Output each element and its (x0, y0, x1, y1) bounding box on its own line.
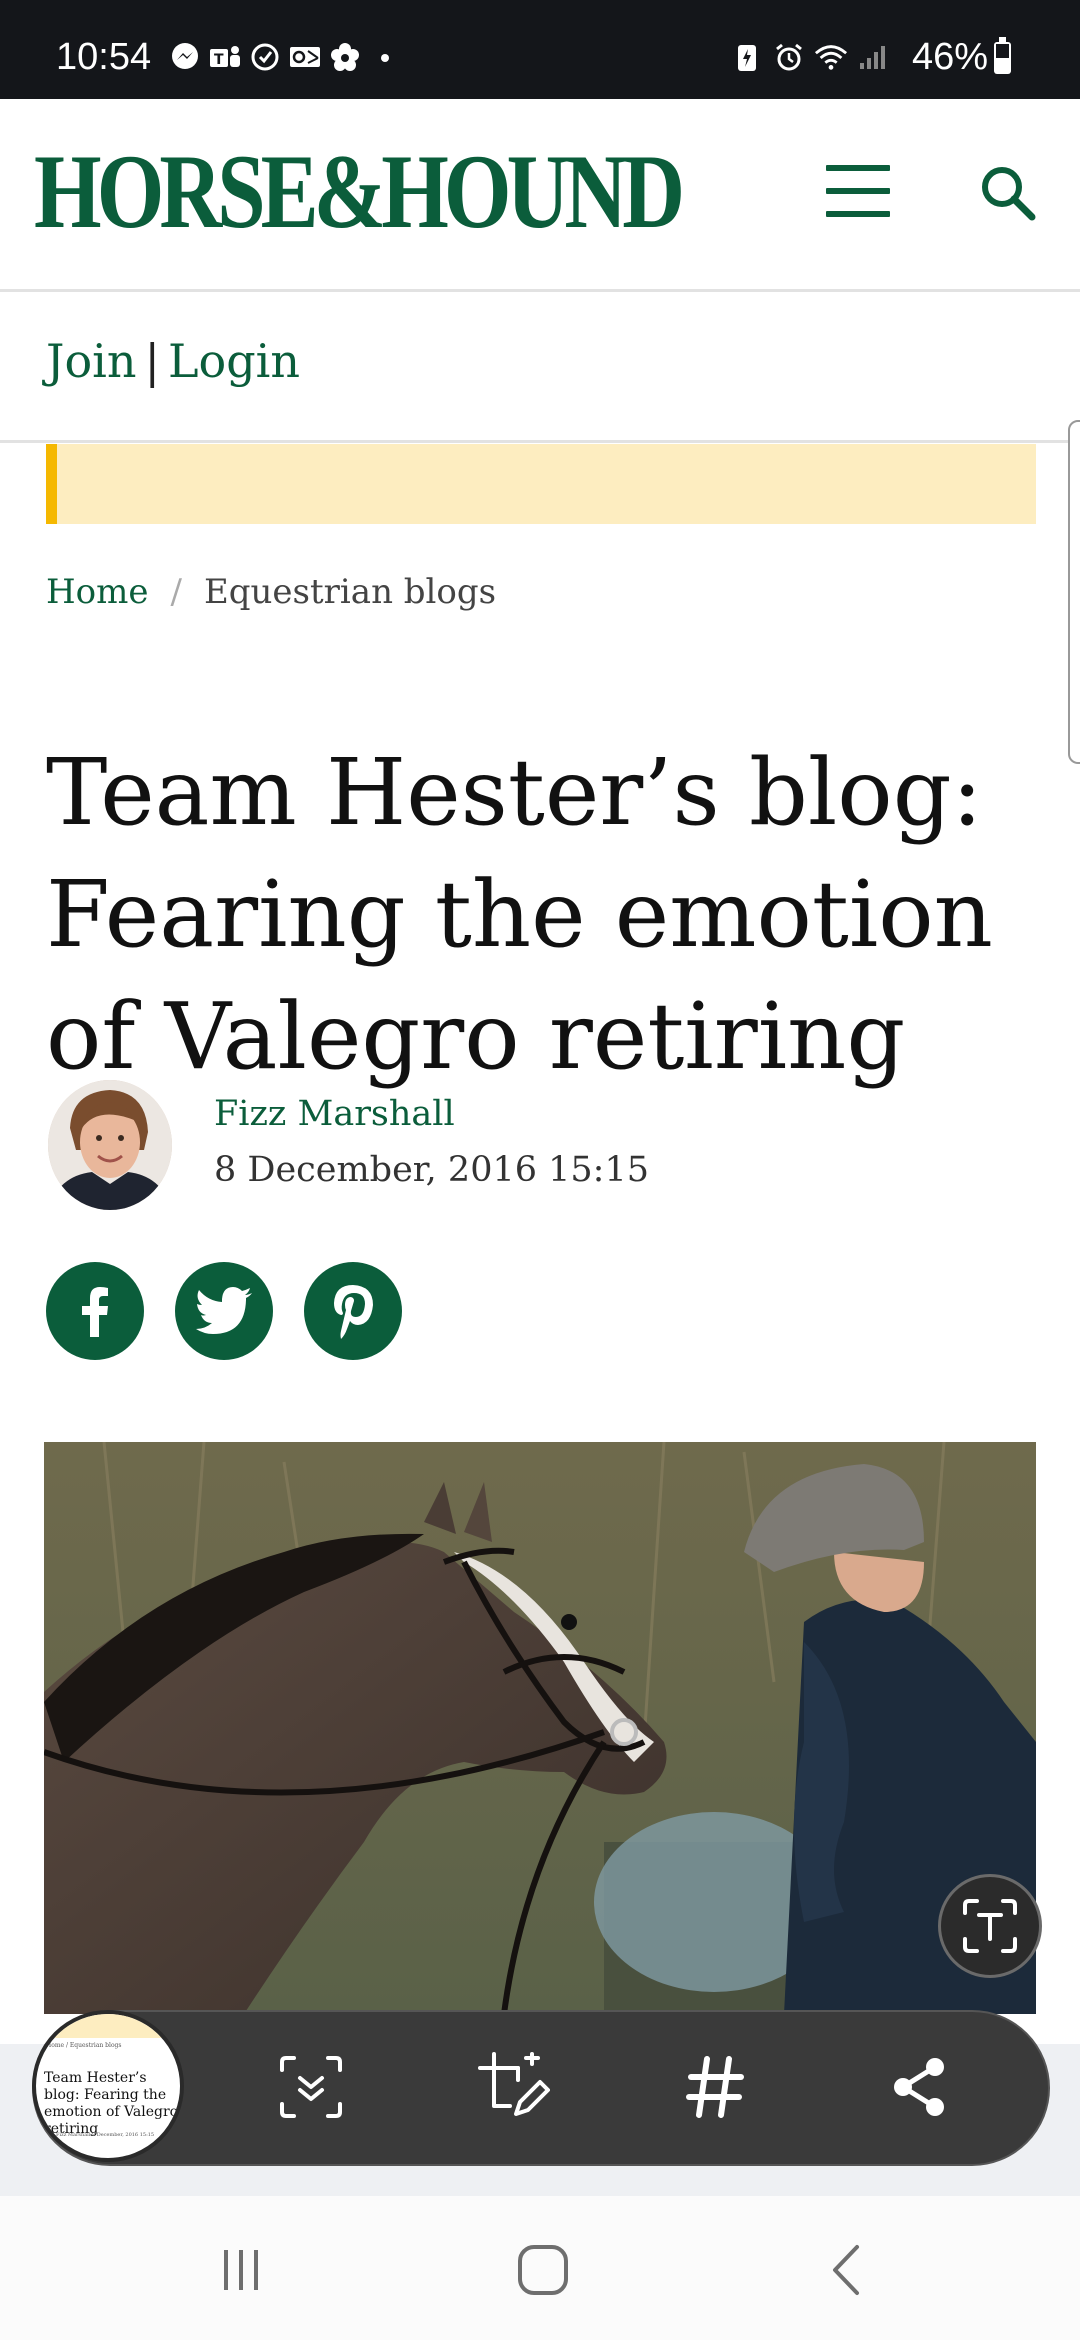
edge-panel-handle[interactable] (1068, 420, 1080, 764)
hamburger-icon (826, 165, 890, 171)
facebook-icon (82, 1287, 108, 1337)
status-time: 10:54 (56, 36, 152, 78)
share-icon (894, 2058, 944, 2116)
share-screenshot-button[interactable] (880, 2048, 958, 2126)
thumb-breadcrumb: Home / Equestrian blogs (46, 2042, 122, 2049)
status-bar: 10:54 T 46% (0, 0, 1080, 99)
hashtag-button[interactable] (676, 2048, 754, 2126)
auth-bar: Join | Login (0, 292, 1080, 443)
login-link[interactable]: Login (168, 334, 300, 388)
recents-button[interactable] (196, 2230, 286, 2310)
pinterest-icon (334, 1285, 373, 1339)
text-extract-button[interactable] (938, 1874, 1042, 1978)
wifi-icon (814, 40, 848, 74)
thumb-title: Team Hester’s blog: Fearing the emotion … (44, 2070, 179, 2137)
scroll-capture-button[interactable] (272, 2048, 350, 2126)
signal-icon (856, 40, 890, 74)
facebook-share-button[interactable] (46, 1262, 144, 1360)
system-icons (730, 40, 890, 74)
battery-saver-icon (730, 40, 764, 74)
join-link[interactable]: Join (46, 334, 136, 388)
site-logo[interactable]: HORSE&HOUND (34, 139, 685, 245)
scroll-capture-icon (280, 2056, 342, 2118)
author-avatar[interactable] (48, 1080, 172, 1210)
back-button[interactable] (802, 2230, 892, 2310)
thumb-meta: Fizz Marshall 8 December, 2016 15:15 (56, 2132, 155, 2138)
search-icon (982, 167, 1036, 221)
promo-banner[interactable] (46, 444, 1036, 524)
search-button[interactable] (976, 161, 1040, 225)
pinterest-share-button[interactable] (304, 1262, 402, 1360)
recents-icon (224, 2250, 258, 2290)
article-hero-image[interactable] (44, 1442, 1036, 2014)
menu-button[interactable] (826, 165, 890, 223)
battery-indicator: 46% (912, 36, 1012, 79)
publish-date: 8 December, 2016 15:15 (214, 1150, 649, 1190)
svg-text:T: T (214, 52, 224, 68)
home-button[interactable] (498, 2230, 588, 2310)
home-icon (518, 2245, 568, 2295)
edit-screenshot-button[interactable] (474, 2048, 552, 2126)
edit-icon (478, 2052, 550, 2116)
breadcrumb: Home / Equestrian blogs (46, 572, 496, 612)
breadcrumb-separator: / (170, 572, 182, 612)
alarm-icon (772, 40, 806, 74)
teams-icon: T (208, 40, 242, 74)
battery-icon (994, 36, 1012, 74)
hashtag-icon (686, 2056, 744, 2118)
thumb-promo (36, 2014, 180, 2038)
dot-icon (368, 40, 402, 74)
notification-icons: T (168, 40, 402, 74)
site-header: HORSE&HOUND (0, 99, 1080, 292)
article-title: Team Hester’s blog: Fearing the emotion … (46, 738, 993, 1090)
auth-separator: | (144, 334, 160, 388)
breadcrumb-current[interactable]: Equestrian blogs (204, 572, 496, 612)
text-extract-icon (963, 1899, 1017, 1953)
twitter-share-button[interactable] (175, 1262, 273, 1360)
breadcrumb-home[interactable]: Home (46, 572, 148, 612)
back-icon (833, 2245, 859, 2295)
flower-icon (328, 40, 362, 74)
sync-icon (248, 40, 282, 74)
battery-percent: 46% (912, 36, 989, 78)
outlook-icon (288, 40, 322, 74)
author-name[interactable]: Fizz Marshall (214, 1094, 455, 1134)
messenger-icon (168, 40, 202, 74)
screenshot-thumbnail[interactable]: Home / Equestrian blogs Team Hester’s bl… (32, 2010, 184, 2162)
twitter-icon (196, 1287, 252, 1334)
